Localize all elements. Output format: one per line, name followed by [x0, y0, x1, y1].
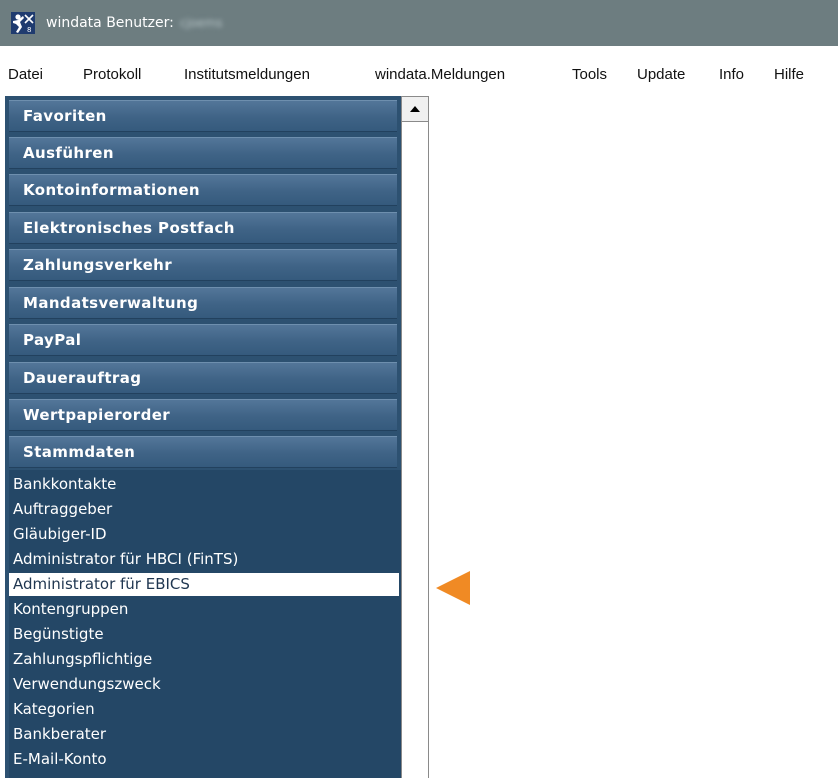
nav-header-ausfuehren[interactable]: Ausführen — [9, 137, 397, 169]
windata-logo-icon: 8 — [10, 11, 36, 35]
nav-header-zahlungsverkehr[interactable]: Zahlungsverkehr — [9, 249, 397, 281]
nav-header-favoriten[interactable]: Favoriten — [9, 100, 397, 132]
navigation-sidebar: Favoriten Ausführen Kontoinformationen E… — [5, 96, 401, 778]
menu-info[interactable]: Info — [719, 66, 744, 83]
orange-pointer-arrow-icon — [436, 571, 472, 605]
title-bar: 8 windata Benutzer: cjoems — [0, 0, 838, 46]
list-item-kontengruppen[interactable]: Kontengruppen — [9, 598, 399, 621]
menu-protokoll[interactable]: Protokoll — [83, 66, 141, 83]
stammdaten-list: Bankkontakte Auftraggeber Gläubiger-ID A… — [9, 470, 401, 778]
list-item-zahlungspflichtige[interactable]: Zahlungspflichtige — [9, 648, 399, 671]
menu-datei[interactable]: Datei — [8, 66, 43, 83]
list-item-beguenstigte[interactable]: Begünstigte — [9, 623, 399, 646]
nav-header-mandatsverwaltung[interactable]: Mandatsverwaltung — [9, 287, 397, 319]
list-item-administrator-hbci[interactable]: Administrator für HBCI (FinTS) — [9, 548, 399, 571]
list-item-bankkontakte[interactable]: Bankkontakte — [9, 473, 399, 496]
window-title: windata Benutzer: — [46, 15, 174, 31]
list-item-email-konto[interactable]: E-Mail-Konto — [9, 748, 399, 771]
nav-header-paypal[interactable]: PayPal — [9, 324, 397, 356]
menu-windata-meldungen[interactable]: windata.Meldungen — [375, 66, 505, 83]
menu-institutsmeldungen[interactable]: Institutsmeldungen — [184, 66, 310, 83]
svg-text:8: 8 — [27, 26, 31, 34]
list-item-verwendungszweck[interactable]: Verwendungszweck — [9, 673, 399, 696]
list-item-kategorien[interactable]: Kategorien — [9, 698, 399, 721]
nav-header-dauerauftrag[interactable]: Dauerauftrag — [9, 362, 397, 394]
list-item-auftraggeber[interactable]: Auftraggeber — [9, 498, 399, 521]
sidebar-scrollbar[interactable] — [401, 96, 429, 778]
menu-update[interactable]: Update — [637, 66, 685, 83]
nav-header-kontoinformationen[interactable]: Kontoinformationen — [9, 174, 397, 206]
menu-tools[interactable]: Tools — [572, 66, 607, 83]
list-item-glaeubiger-id[interactable]: Gläubiger-ID — [9, 523, 399, 546]
scroll-up-arrow-icon[interactable] — [401, 96, 429, 122]
window-user-name: cjoems — [179, 16, 223, 30]
list-item-bankberater[interactable]: Bankberater — [9, 723, 399, 746]
nav-header-stammdaten[interactable]: Stammdaten — [9, 436, 397, 468]
nav-header-elektronisches-postfach[interactable]: Elektronisches Postfach — [9, 212, 397, 244]
nav-header-wertpapierorder[interactable]: Wertpapierorder — [9, 399, 397, 431]
list-item-administrator-ebics[interactable]: Administrator für EBICS — [9, 573, 399, 596]
menu-hilfe[interactable]: Hilfe — [774, 66, 804, 83]
